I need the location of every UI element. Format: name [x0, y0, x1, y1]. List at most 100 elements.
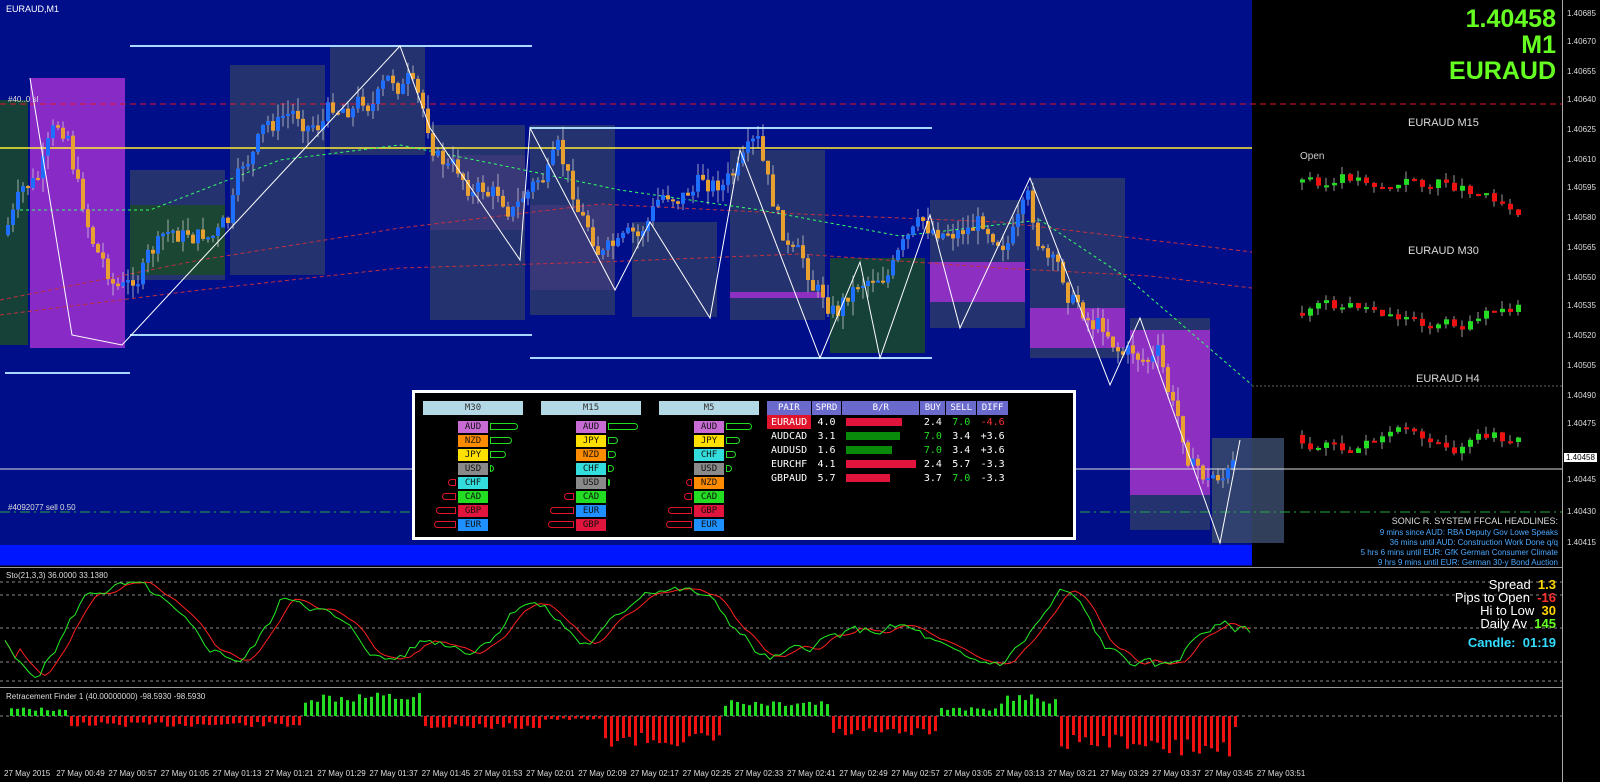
mini-chart-m30-title: EURAUD M30 [1408, 245, 1479, 257]
table-row[interactable]: EURAUD 4.0 2.4 7.0 -4.6 [767, 415, 1009, 429]
rf-bar [394, 698, 397, 716]
candle-body [926, 220, 930, 234]
candle-body [916, 217, 920, 227]
candle-body [1091, 320, 1095, 330]
rf-bar [376, 692, 379, 716]
mini-m15-candle [1420, 179, 1425, 187]
table-row[interactable]: AUDUSD 1.6 7.0 3.4 +3.6 [767, 443, 1009, 457]
candle-body [1106, 331, 1110, 337]
candle-body [791, 244, 795, 247]
candle-body [346, 108, 350, 118]
strength-bar [726, 423, 752, 430]
table-row[interactable]: EURCHF 4.1 2.4 5.7 -3.3 [767, 457, 1009, 471]
rf-bar [934, 716, 937, 732]
rf-bar [820, 701, 823, 716]
candle-body [546, 164, 550, 182]
tf-header-m15: M15 [541, 401, 641, 415]
candle-body [301, 118, 305, 132]
candle-body [991, 234, 995, 243]
mini-h4-candle [1396, 427, 1401, 432]
timeframe-label: M1 [1521, 31, 1556, 59]
retracement-panel[interactable]: 178.52250.00-269.7230 Retracement Finder… [0, 690, 1562, 766]
mini-m15-candle [1380, 186, 1385, 189]
rf-bar [280, 716, 283, 724]
br-bar [845, 431, 900, 440]
rf-bar [742, 703, 745, 716]
candle-body [486, 192, 490, 197]
rf-bar [1066, 716, 1069, 749]
table-row[interactable]: GBPAUD 5.7 3.7 7.0 -3.3 [767, 471, 1009, 485]
rf-bar [562, 716, 565, 719]
sto-main-line [4, 581, 1251, 679]
mini-chart-m15-title: EURAUD M15 [1408, 117, 1479, 129]
rf-bar [550, 716, 553, 719]
price-tick: 1.40685 [1567, 9, 1596, 18]
candle-body [1071, 294, 1075, 303]
candle-body [66, 135, 70, 139]
rf-bar [424, 716, 427, 727]
price-tick: 1.40430 [1567, 507, 1596, 516]
mini-m15-candle [1364, 177, 1369, 183]
strength-bar [490, 437, 512, 444]
rf-bar [928, 716, 931, 735]
rf-bar [898, 716, 901, 734]
table-header: PAIR [767, 401, 812, 415]
candle-body [511, 206, 515, 217]
currency-badge: JPY [576, 435, 606, 447]
candle-body [86, 209, 90, 228]
table-cell: AUDCAD [771, 430, 808, 442]
trade-label-sell: #4092077 sell 0.50 [8, 503, 76, 512]
br-bar [845, 445, 892, 454]
candle-body [601, 250, 605, 255]
rf-bar [106, 716, 109, 724]
candle-body [501, 195, 505, 207]
stochastic-panel[interactable]: 1008050200 Sto(21,3,3) 36.0000 33.1380 [0, 567, 1562, 688]
candle-body [91, 227, 95, 244]
table-cell: 7.0 [952, 472, 971, 484]
rf-bar [40, 707, 43, 716]
rf-bar [886, 716, 889, 730]
candle-body [386, 75, 390, 81]
table-cell: 7.0 [923, 444, 942, 456]
table-cell: 3.4 [952, 430, 971, 442]
candle-body [816, 284, 820, 291]
candle-body [316, 125, 320, 131]
candle-body [1021, 199, 1025, 215]
candle-body [756, 136, 760, 139]
rf-bar [1162, 716, 1165, 750]
candle-body [781, 210, 785, 241]
rf-bar [1108, 716, 1111, 748]
rf-bar [238, 716, 241, 724]
br-cell [842, 415, 920, 429]
candle-body [636, 231, 640, 237]
mini-m30-candle [1380, 309, 1385, 316]
rf-bar [118, 716, 121, 726]
candle-body [186, 230, 190, 235]
rf-bar [412, 697, 415, 716]
mini-m15-candle [1372, 182, 1377, 187]
candle-body [311, 125, 315, 128]
mini-m15-candle [1412, 178, 1417, 181]
table-cell: EURAUD [767, 415, 812, 429]
mini-m15-candle [1484, 193, 1489, 196]
candle-body [216, 227, 220, 236]
table-row[interactable]: AUDCAD 3.1 7.0 3.4 +3.6 [767, 429, 1009, 443]
rf-bar [52, 710, 55, 716]
rf-bar [58, 709, 61, 716]
sto-signal-line [4, 581, 1251, 677]
mini-m15-candle [1508, 203, 1513, 210]
mini-h4-candle [1460, 446, 1465, 454]
rf-bar [526, 716, 529, 726]
mini-m30-candle [1452, 319, 1457, 327]
price-tick: 1.40580 [1567, 213, 1596, 222]
rf-bar [1204, 716, 1207, 746]
rf-bar [1216, 716, 1219, 752]
rf-bar [274, 716, 277, 724]
price-tick: 1.40670 [1567, 37, 1596, 46]
news-headlines: SONIC R. SYSTEM FFCAL HEADLINES: 9 mins … [1361, 516, 1558, 568]
price-axis: 1.40685 1.40670 1.40655 1.40640 1.40625 1.406… [1562, 0, 1600, 782]
candle-body [156, 236, 160, 254]
candle-body [16, 191, 20, 210]
time-tick: 27 May 03:05 [943, 769, 993, 778]
rf-bar [34, 710, 37, 716]
